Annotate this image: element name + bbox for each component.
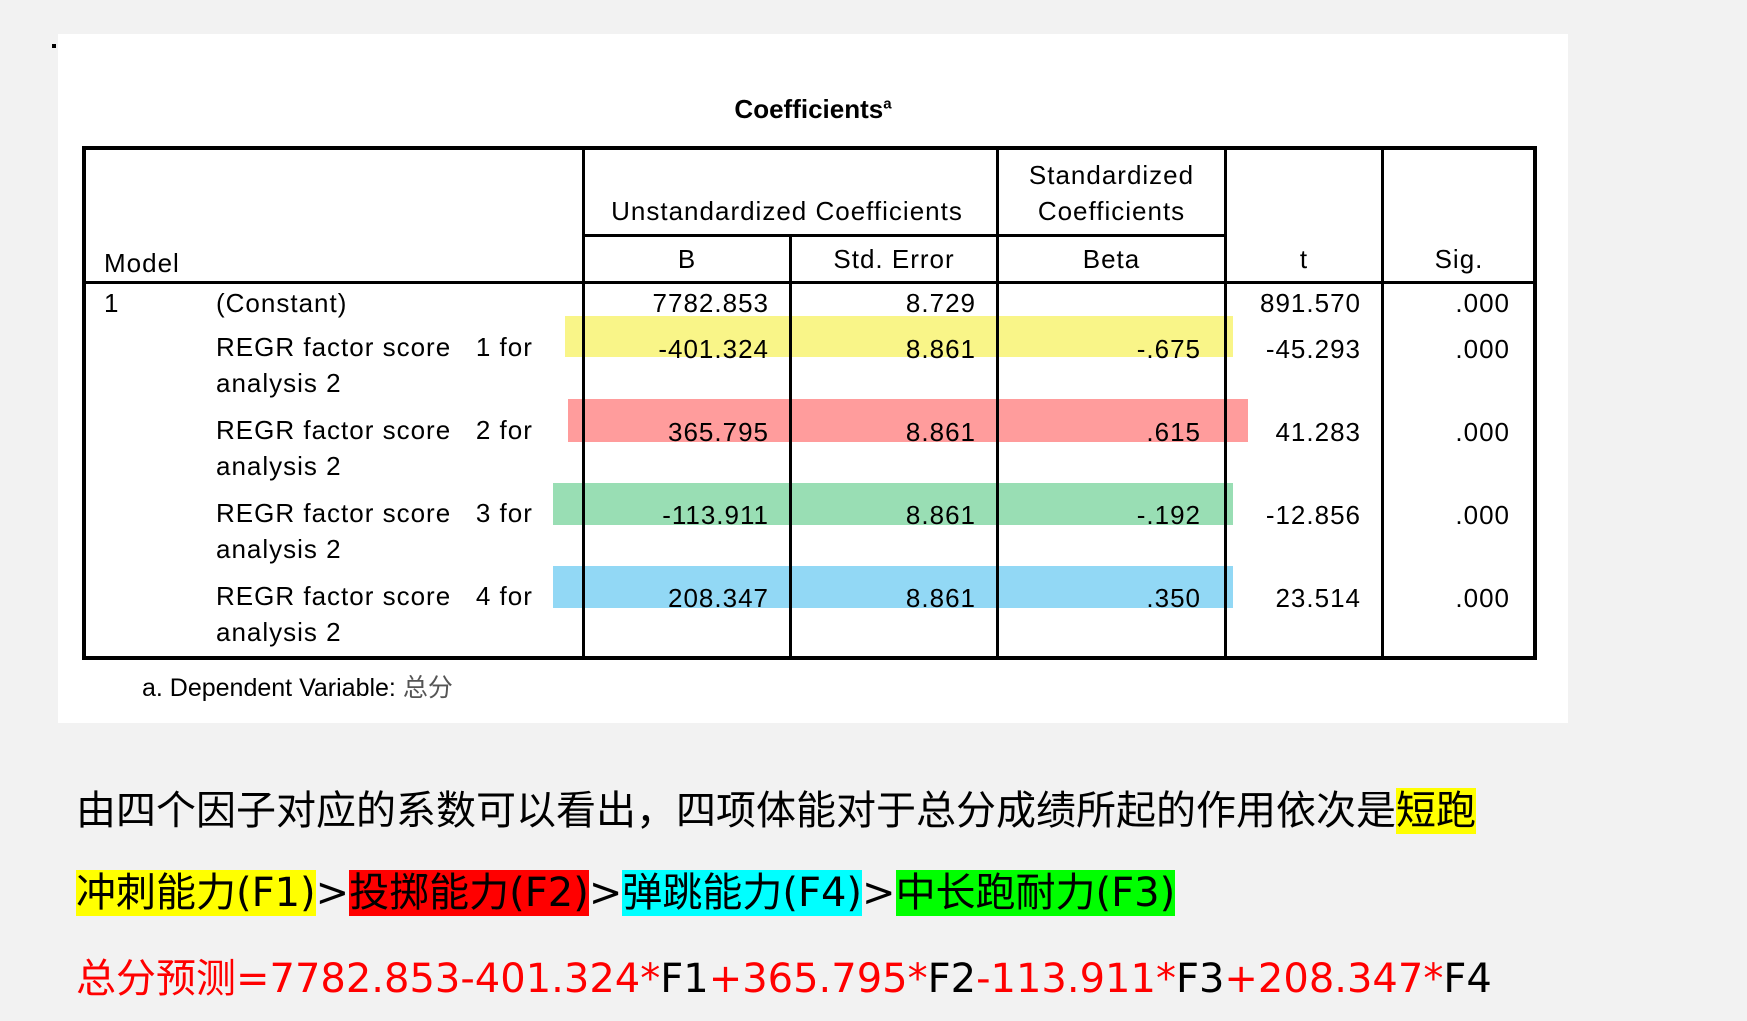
cell-b: -113.911: [662, 500, 769, 530]
row-label: REGR factor score 1 for: [216, 332, 533, 362]
cell-std-error: 8.861: [905, 500, 976, 530]
cell-std-error: 8.861: [905, 334, 976, 364]
header-std-error: Std. Error: [833, 244, 955, 274]
row-label: REGR factor score 4 for: [216, 581, 533, 611]
prediction-formula: 总分预测=7782.853-401.324*F1+365.795*F2-113.…: [76, 946, 1492, 1004]
footnote: a. Dependent Variable: 总分: [142, 668, 453, 704]
cell-sig: .000: [1455, 417, 1510, 447]
cell-sig: .000: [1455, 288, 1510, 318]
formula-var: F1: [660, 956, 709, 1002]
footnote-variable: 总分: [402, 674, 453, 702]
row-label-line2: analysis 2: [216, 534, 342, 564]
cell-t: -12.856: [1265, 500, 1361, 530]
formula-part: 总分预测=7782.853-401.324*: [76, 956, 661, 1002]
cell-beta: -.675: [1136, 334, 1201, 364]
header-sig: Sig.: [1434, 244, 1484, 274]
row-label-line2: analysis 2: [216, 617, 342, 647]
cell-beta: .615: [1146, 417, 1201, 447]
table-title-text: Coefficients: [734, 94, 884, 124]
cell-sig: .000: [1455, 334, 1510, 364]
gt-sign: >: [588, 870, 623, 916]
cell-t: -45.293: [1265, 334, 1361, 364]
cell-std-error: 8.861: [905, 583, 976, 613]
formula-part: +208.347*: [1224, 956, 1444, 1002]
formula-part: -113.911*: [976, 956, 1176, 1002]
cell-sig: .000: [1455, 583, 1510, 613]
formula-part: +365.795*: [708, 956, 928, 1002]
col-divider-beta: [1224, 150, 1227, 656]
gt-sign: >: [315, 870, 350, 916]
cell-b: 208.347: [668, 583, 769, 613]
row-label: REGR factor score 2 for: [216, 415, 533, 445]
cell-sig: .000: [1455, 500, 1510, 530]
cell-beta: -.192: [1136, 500, 1201, 530]
formula-var: F3: [1175, 956, 1225, 1002]
footnote-prefix: a. Dependent Variable:: [142, 674, 396, 702]
cell-std-error: 8.861: [905, 417, 976, 447]
formula-var: F2: [927, 956, 977, 1002]
rank-f4: 弹跳能力(F4): [622, 870, 863, 916]
stray-dot: [52, 44, 56, 48]
highlight-sprint: 短跑: [1396, 788, 1476, 834]
header-bottom-rule: [86, 281, 1533, 284]
formula-var: F4: [1443, 956, 1492, 1002]
conclusion-line-2: 冲刺能力(F1)>投掷能力(F2)>弹跳能力(F4)>中长跑耐力(F3): [76, 860, 1176, 918]
table-title: Coefficientsa: [58, 94, 1568, 125]
cell-b: 7782.853: [652, 288, 769, 318]
cell-std-error: 8.729: [905, 288, 976, 318]
gt-sign: >: [862, 870, 896, 916]
conclusion-text: 由四个因子对应的系数可以看出，四项体能对于总分成绩所起的作用依次是: [76, 788, 1396, 834]
cell-beta: .350: [1146, 583, 1201, 613]
cell-b: 365.795: [668, 417, 769, 447]
row-model-number: 1: [104, 288, 120, 318]
header-b: B: [677, 244, 697, 274]
table-title-sup: a: [883, 95, 892, 113]
header-standardized-line2: Coefficients: [1037, 196, 1186, 226]
conclusion-line-1: 由四个因子对应的系数可以看出，四项体能对于总分成绩所起的作用依次是短跑: [76, 778, 1476, 836]
header-subrule: [582, 234, 1227, 237]
row-label: (Constant): [216, 288, 348, 318]
header-t: t: [1299, 244, 1309, 274]
header-beta: Beta: [1082, 244, 1141, 274]
header-model: Model: [104, 248, 180, 278]
coefficients-table: Model Unstandardized Coefficients Standa…: [82, 146, 1537, 660]
row-label: REGR factor score 3 for: [216, 498, 533, 528]
header-standardized-line1: Standardized: [1028, 160, 1195, 190]
cell-t: 41.283: [1275, 417, 1361, 447]
cell-t: 891.570: [1260, 288, 1361, 318]
header-unstandardized: Unstandardized Coefficients: [611, 196, 963, 226]
rank-f2: 投掷能力(F2): [349, 870, 589, 916]
cell-t: 23.514: [1275, 583, 1361, 613]
rank-f1: 冲刺能力(F1): [76, 870, 316, 916]
spss-output-panel: Coefficientsa Model Unstandardized Coeff…: [58, 34, 1568, 723]
cell-b: -401.324: [658, 334, 769, 364]
rank-f3: 中长跑耐力(F3): [895, 870, 1176, 916]
row-label-line2: analysis 2: [216, 451, 342, 481]
row-label-line2: analysis 2: [216, 368, 342, 398]
col-divider-t: [1381, 150, 1384, 656]
